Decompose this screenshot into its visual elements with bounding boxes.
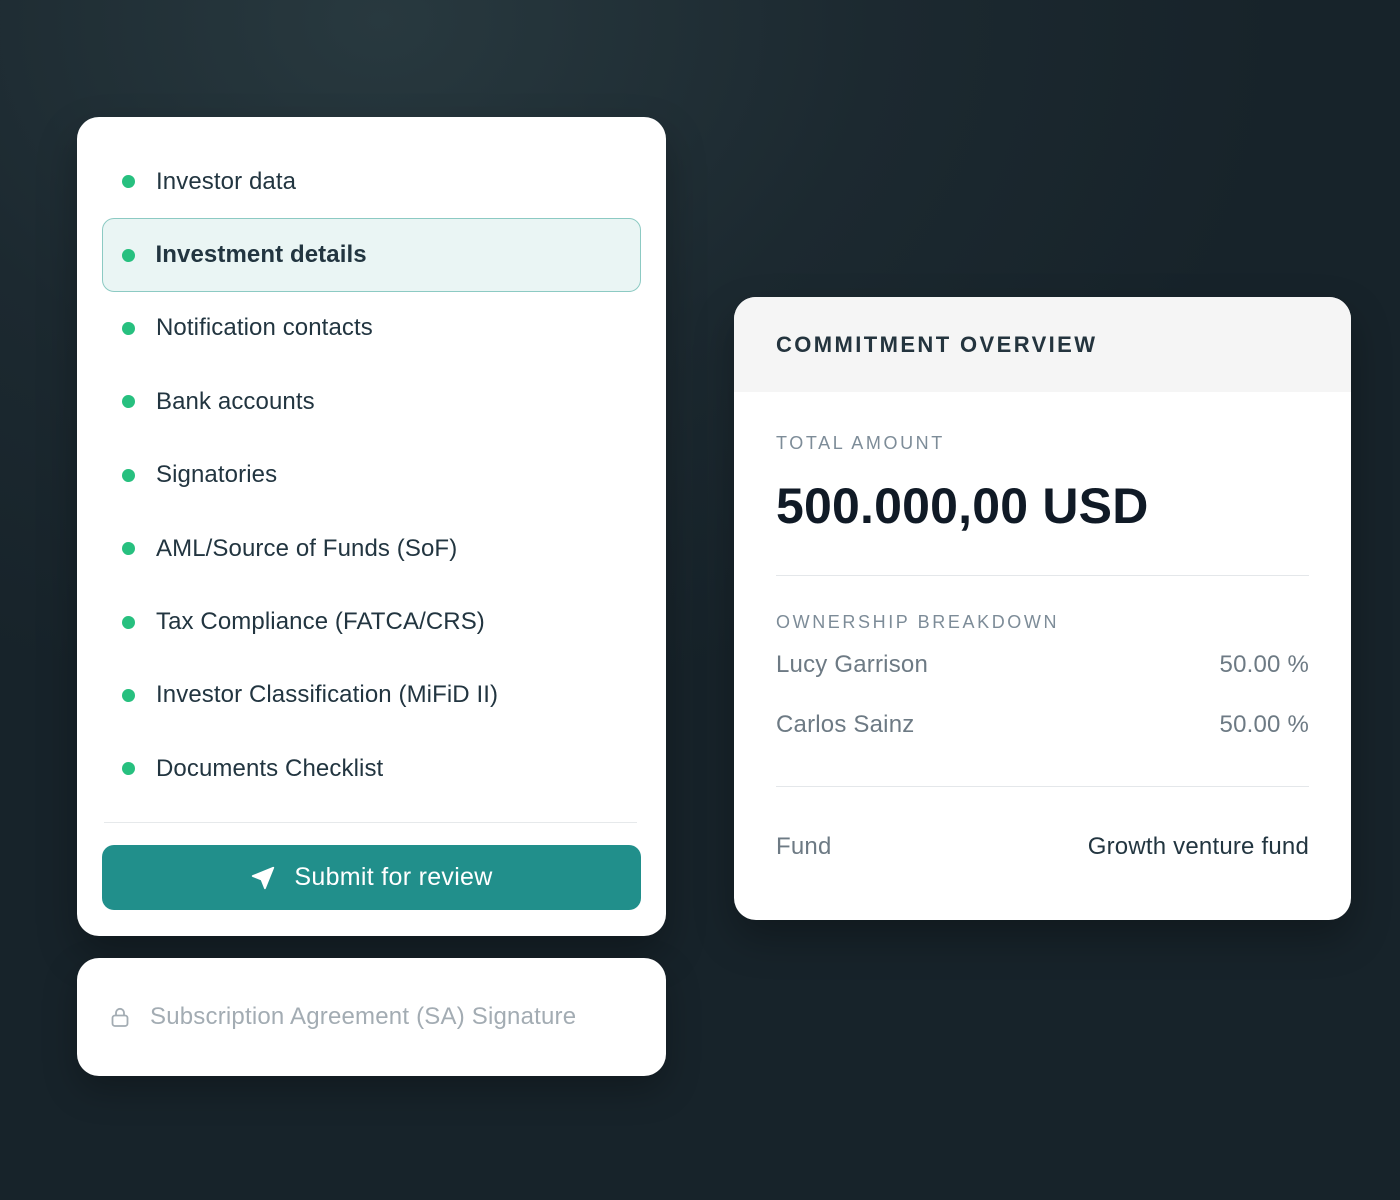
status-dot [122, 468, 135, 482]
step-documents-checklist[interactable]: Documents Checklist [102, 732, 641, 805]
step-label: Investor data [156, 167, 297, 195]
total-amount-value: 500.000,00 USD [776, 478, 1149, 534]
step-investor-classification[interactable]: Investor Classification (MiFiD II) [102, 659, 641, 732]
locked-step-card: Subscription Agreement (SA) Signature [77, 958, 666, 1076]
step-tax-compliance[interactable]: Tax Compliance (FATCA/CRS) [102, 585, 641, 658]
step-label: Investment details [155, 241, 367, 269]
status-dot [122, 762, 135, 776]
owner-name: Lucy Garrison [776, 651, 928, 678]
divider [776, 575, 1309, 576]
step-investment-details[interactable]: Investment details [102, 218, 641, 292]
step-label: AML/Source of Funds (SoF) [156, 534, 458, 562]
commitment-overview-card: COMMITMENT OVERVIEW TOTAL AMOUNT 500.000… [734, 297, 1351, 920]
onboarding-steps-card: Investor data Investment details Notific… [77, 117, 666, 936]
owner-row: Lucy Garrison 50.00 % [776, 651, 1309, 679]
step-label: Investor Classification (MiFiD II) [156, 681, 499, 709]
status-dot [122, 175, 135, 189]
divider [776, 786, 1309, 787]
step-label: Signatories [156, 461, 278, 489]
step-notification-contacts[interactable]: Notification contacts [102, 292, 641, 365]
submit-for-review-button[interactable]: Submit for review [102, 845, 641, 910]
submit-button-label: Submit for review [294, 863, 493, 891]
step-signatories[interactable]: Signatories [102, 439, 641, 512]
step-label: Notification contacts [156, 314, 373, 342]
locked-step-label: Subscription Agreement (SA) Signature [150, 1003, 577, 1030]
fund-row: Fund Growth venture fund [776, 833, 1309, 861]
total-amount-label: TOTAL AMOUNT [776, 433, 945, 453]
step-investor-data[interactable]: Investor data [102, 145, 641, 218]
card-title: COMMITMENT OVERVIEW [776, 331, 1098, 357]
status-dot [122, 395, 135, 409]
lock-icon [109, 1006, 131, 1028]
send-icon [250, 865, 276, 891]
ownership-breakdown-label: OWNERSHIP BREAKDOWN [776, 612, 1060, 632]
step-label: Documents Checklist [156, 754, 384, 782]
step-label: Tax Compliance (FATCA/CRS) [156, 608, 485, 636]
step-aml-source-of-funds[interactable]: AML/Source of Funds (SoF) [102, 512, 641, 585]
owner-name: Carlos Sainz [776, 711, 915, 738]
fund-label: Fund [776, 833, 832, 860]
step-label: Bank accounts [156, 387, 315, 415]
status-dot [122, 615, 135, 629]
status-dot [121, 248, 135, 262]
status-dot [122, 542, 135, 556]
step-bank-accounts[interactable]: Bank accounts [102, 365, 641, 438]
fund-value: Growth venture fund [1087, 833, 1309, 860]
status-dot [122, 321, 135, 335]
card-header: COMMITMENT OVERVIEW [734, 297, 1351, 392]
divider [104, 822, 637, 823]
status-dot [122, 688, 135, 702]
owner-share: 50.00 % [1219, 711, 1309, 738]
owner-row: Carlos Sainz 50.00 % [776, 711, 1309, 739]
step-list: Investor data Investment details Notific… [102, 145, 641, 806]
owner-share: 50.00 % [1219, 651, 1309, 678]
